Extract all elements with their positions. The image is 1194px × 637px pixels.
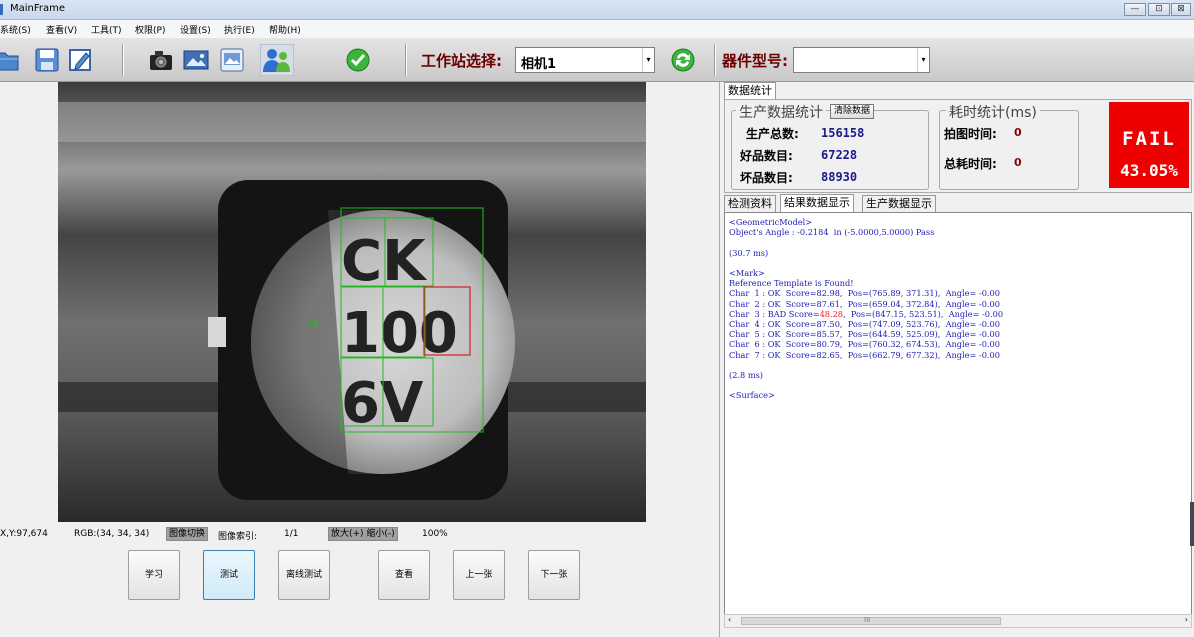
log-line: Char 5 : OK Score=85.57, Pos=(644.59, 52…	[729, 329, 1000, 340]
log-line: Char 3 : BAD Score=48.28, Pos=(847.15, 5…	[729, 308, 1004, 319]
title-bar: MainFrame — ⊡ ⊠	[0, 0, 1194, 20]
log-line: Object's Angle : -0.2184 in (-5.0000,5.0…	[729, 227, 935, 238]
grab-time-label: 拍图时间:	[944, 127, 997, 141]
image-index-label: 图像索引:	[218, 532, 258, 542]
image-panel: CK 100 6V X,Y:97,674 RGB:(34, 34, 34) 图像…	[0, 82, 716, 637]
total-count-label: 生产总数:	[746, 127, 799, 141]
camera-icon[interactable]	[148, 47, 174, 73]
tab-result-display[interactable]: 结果数据显示	[780, 194, 854, 213]
menu-settings[interactable]: 设置(S)	[180, 23, 211, 36]
zoom-value: 100%	[422, 529, 448, 539]
open-file-icon[interactable]	[0, 47, 20, 73]
production-stats-title: 生产数据统计	[736, 102, 826, 122]
image-status-bar: X,Y:97,674 RGB:(34, 34, 34) 图像切换 图像索引: 1…	[0, 524, 716, 544]
log-line: <GeometricModel>	[729, 217, 813, 227]
result-status: FAIL	[1122, 128, 1176, 150]
bad-score: 48.28	[819, 308, 844, 319]
horizontal-scrollbar[interactable]: ‹ III ›	[724, 614, 1192, 628]
dropdown-arrow-icon[interactable]: ▾	[917, 48, 929, 72]
production-stats-group: 生产数据统计 清除数据 生产总数: 156158 好品数目: 67228 坏品数…	[731, 102, 929, 190]
log-line: Char 7 : OK Score=82.65, Pos=(662.79, 67…	[729, 349, 1000, 360]
log-line: <Mark>	[729, 268, 765, 278]
close-button[interactable]: ⊠	[1171, 3, 1191, 16]
log-line: <Surface>	[729, 390, 775, 401]
result-rate: 43.05%	[1120, 161, 1178, 180]
app-icon	[0, 4, 3, 15]
good-count-label: 好品数目:	[740, 149, 793, 163]
menu-system[interactable]: 系统(S)	[0, 23, 31, 36]
previous-image-button[interactable]: 上一张	[453, 550, 505, 600]
pixel-rgb: RGB:(34, 34, 34)	[74, 529, 150, 539]
total-time-value: 0	[1014, 156, 1022, 169]
log-line: (2.8 ms)	[729, 370, 763, 380]
window-title: MainFrame	[10, 3, 66, 14]
check-ok-icon[interactable]	[345, 47, 371, 73]
grab-time-value: 0	[1014, 126, 1022, 139]
log-line: Char 2 : OK Score=87.61, Pos=(659.04, 37…	[729, 298, 1000, 309]
clear-data-button[interactable]: 清除数据	[830, 104, 875, 119]
timing-stats-title: 耗时统计(ms)	[946, 102, 1040, 122]
dropdown-arrow-icon[interactable]: ▾	[642, 48, 654, 72]
device-label: 器件型号:	[722, 52, 788, 70]
zoom-buttons[interactable]: 放大(+) 缩小(-)	[328, 527, 398, 541]
toolbar-separator	[122, 44, 124, 76]
good-count-value: 67228	[821, 148, 858, 162]
maximize-button[interactable]: ⊡	[1148, 3, 1170, 16]
users-icon[interactable]	[260, 44, 294, 76]
camera-image-view[interactable]: CK 100 6V	[58, 82, 646, 522]
menu-help[interactable]: 帮助(H)	[269, 23, 301, 36]
tab-data-statistics[interactable]: 数据统计	[724, 82, 776, 100]
bad-count-label: 坏品数目:	[740, 171, 793, 185]
image-switch-button[interactable]: 图像切换	[166, 527, 209, 541]
toolbar-separator	[405, 44, 407, 76]
refresh-icon[interactable]	[670, 47, 696, 73]
log-line: Char 4 : OK Score=87.50, Pos=(747.09, 52…	[729, 319, 1000, 329]
log-line: Char 1 : OK Score=82.98, Pos=(765.89, 37…	[729, 288, 1000, 299]
tab-inspection-info[interactable]: 检测资料	[724, 195, 776, 213]
tab-production-display[interactable]: 生产数据显示	[862, 195, 936, 213]
log-line: Reference Template is Found!	[729, 278, 854, 289]
result-indicator: FAIL 43.05%	[1109, 102, 1189, 188]
log-line: (30.7 ms)	[729, 247, 769, 258]
view-button[interactable]: 查看	[378, 550, 430, 600]
log-line: Char 6 : OK Score=80.79, Pos=(760.32, 67…	[729, 339, 1000, 350]
scroll-left-icon[interactable]: ‹	[728, 615, 731, 624]
image-index-value: 1/1	[284, 529, 299, 539]
menu-execute[interactable]: 执行(E)	[224, 23, 255, 36]
total-count-value: 156158	[821, 126, 865, 140]
test-button[interactable]: 测试	[203, 550, 255, 600]
save-icon[interactable]	[34, 47, 60, 73]
edit-icon[interactable]	[68, 47, 94, 73]
toolbar-separator	[714, 44, 716, 76]
menu-bar: 系统(S) 查看(V) 工具(T) 权限(P) 设置(S) 执行(E) 帮助(H…	[0, 20, 1194, 38]
statistics-box: 生产数据统计 清除数据 生产总数: 156158 好品数目: 67228 坏品数…	[724, 99, 1192, 193]
station-label: 工作站选择:	[421, 52, 502, 70]
data-panel: 数据统计 生产数据统计 清除数据 生产总数: 156158 好品数目: 6722…	[719, 82, 1194, 637]
menu-permission[interactable]: 权限(P)	[135, 23, 165, 36]
device-select[interactable]: ▾	[793, 47, 930, 73]
toolbar: 工作站选择: 相机1 ▾ 器件型号: ▾	[0, 38, 1194, 82]
learn-button[interactable]: 学习	[128, 550, 180, 600]
cursor-coordinates: X,Y:97,674	[0, 529, 48, 539]
total-time-label: 总耗时间:	[944, 157, 997, 171]
offline-test-button[interactable]: 离线测试	[278, 550, 330, 600]
timing-stats-group: 耗时统计(ms) 拍图时间: 0 总耗时间: 0	[939, 102, 1079, 190]
station-select[interactable]: 相机1 ▾	[515, 47, 655, 73]
menu-view[interactable]: 查看(V)	[46, 23, 77, 36]
scroll-thumb[interactable]: III	[741, 616, 1001, 625]
marking-line-2: 100	[341, 301, 458, 366]
image-save-icon[interactable]	[219, 47, 245, 73]
window-edge-handle[interactable]	[1190, 502, 1194, 546]
result-log[interactable]: <GeometricModel> Object's Angle : -0.2184…	[724, 212, 1192, 626]
image-icon[interactable]	[183, 47, 209, 73]
next-image-button[interactable]: 下一张	[528, 550, 580, 600]
scroll-grip: III	[864, 616, 871, 624]
scroll-right-icon[interactable]: ›	[1185, 615, 1188, 624]
bad-count-value: 88930	[821, 170, 858, 184]
minimize-button[interactable]: —	[1124, 3, 1146, 16]
inspection-image: CK 100 6V	[58, 82, 646, 522]
menu-tools[interactable]: 工具(T)	[91, 23, 122, 36]
station-value: 相机1	[521, 57, 557, 72]
